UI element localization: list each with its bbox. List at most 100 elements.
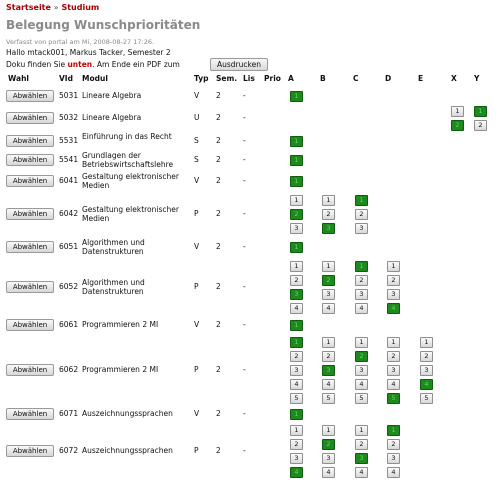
priority-b-option-3[interactable]: 3 (322, 364, 335, 376)
course-typ: V (194, 176, 200, 185)
priority-c-option-1[interactable]: 1 (355, 424, 368, 436)
priority-d-option-1[interactable]: 1 (387, 260, 400, 272)
priority-b-option-4[interactable]: 4 (322, 302, 335, 314)
priority-d-option-5[interactable]: 5 (387, 392, 400, 404)
priority-a-option-1[interactable]: 1 (290, 319, 303, 331)
priority-c-option-3[interactable]: 3 (355, 452, 368, 464)
priority-a-option-3[interactable]: 3 (290, 288, 303, 300)
priority-d-option-3[interactable]: 3 (387, 364, 400, 376)
priority-a-option-1[interactable]: 1 (290, 194, 303, 206)
priority-c-option-3[interactable]: 3 (355, 288, 368, 300)
table-row: Abwählen 6052 P 2 - Algorithmen und Datenstru… (0, 258, 500, 316)
priority-a-option-1[interactable]: 1 (290, 424, 303, 436)
priority-a-option-1[interactable]: 1 (290, 260, 303, 272)
priority-b-option-1[interactable]: 1 (322, 260, 335, 272)
priority-a-option-1[interactable]: 1 (290, 154, 303, 166)
priority-a-option-1[interactable]: 1 (290, 135, 303, 147)
priority-c-option-2[interactable]: 2 (355, 350, 368, 362)
abwaehlen-button[interactable]: Abwählen (6, 134, 54, 147)
abwaehlen-button[interactable]: Abwählen (6, 407, 54, 420)
priority-a-option-2[interactable]: 2 (290, 438, 303, 450)
priority-a-option-2[interactable]: 2 (290, 208, 303, 220)
priority-a-option-3[interactable]: 3 (290, 222, 303, 234)
priority-b-option-4[interactable]: 4 (322, 466, 335, 478)
priority-d-option-4[interactable]: 4 (387, 378, 400, 390)
abwaehlen-button[interactable]: Abwählen (6, 363, 54, 376)
priority-b-option-1[interactable]: 1 (322, 424, 335, 436)
priority-c-option-1[interactable]: 1 (355, 336, 368, 348)
priority-b-option-1[interactable]: 1 (322, 194, 335, 206)
priority-e-option-1[interactable]: 1 (420, 336, 433, 348)
priority-c-option-3[interactable]: 3 (355, 222, 368, 234)
priority-b-option-5[interactable]: 5 (322, 392, 335, 404)
priority-y-option-1[interactable]: 1 (474, 105, 487, 117)
priority-a-option-5[interactable]: 5 (290, 392, 303, 404)
abwaehlen-button[interactable]: Abwählen (6, 153, 54, 166)
abwaehlen-button[interactable]: Abwählen (6, 318, 54, 331)
priority-c-option-1[interactable]: 1 (355, 260, 368, 272)
doku-unten-link[interactable]: unten (67, 60, 92, 69)
priority-c-option-2[interactable]: 2 (355, 208, 368, 220)
priority-b-option-3[interactable]: 3 (322, 288, 335, 300)
priority-x-option-2[interactable]: 2 (451, 119, 464, 131)
priority-a-option-4[interactable]: 4 (290, 302, 303, 314)
priority-a-option-1[interactable]: 1 (290, 90, 303, 102)
priority-a-option-1[interactable]: 1 (290, 408, 303, 420)
priority-c-option-2[interactable]: 2 (355, 274, 368, 286)
priority-b-option-4[interactable]: 4 (322, 378, 335, 390)
priority-b-option-3[interactable]: 3 (322, 452, 335, 464)
abwaehlen-button[interactable]: Abwählen (6, 444, 54, 457)
priority-c-option-4[interactable]: 4 (355, 302, 368, 314)
priority-a-option-1[interactable]: 1 (290, 336, 303, 348)
priority-d-option-1[interactable]: 1 (387, 336, 400, 348)
priority-a-option-1[interactable]: 1 (290, 175, 303, 187)
priority-a-option-3[interactable]: 3 (290, 364, 303, 376)
course-vid: 6052 (59, 282, 79, 291)
priority-b-option-2[interactable]: 2 (322, 208, 335, 220)
abwaehlen-button[interactable]: Abwählen (6, 207, 54, 220)
priority-a-option-2[interactable]: 2 (290, 274, 303, 286)
priority-d-option-3[interactable]: 3 (387, 452, 400, 464)
priority-d-option-2[interactable]: 2 (387, 438, 400, 450)
priority-e-option-4[interactable]: 4 (420, 378, 433, 390)
priority-a-option-2[interactable]: 2 (290, 350, 303, 362)
priority-b-option-3[interactable]: 3 (322, 222, 335, 234)
priority-e-option-5[interactable]: 5 (420, 392, 433, 404)
course-modul: Lineare Algebra (82, 113, 142, 122)
priority-c-option-3[interactable]: 3 (355, 364, 368, 376)
breadcrumb-current-link[interactable]: Studium (61, 3, 99, 12)
priority-e-option-3[interactable]: 3 (420, 364, 433, 376)
priority-d-option-1[interactable]: 1 (387, 424, 400, 436)
abwaehlen-button[interactable]: Abwählen (6, 89, 54, 102)
priority-a-option-3[interactable]: 3 (290, 452, 303, 464)
priority-c-option-1[interactable]: 1 (355, 194, 368, 206)
abwaehlen-button[interactable]: Abwählen (6, 174, 54, 187)
priority-b-option-2[interactable]: 2 (322, 438, 335, 450)
priority-b-option-2[interactable]: 2 (322, 350, 335, 362)
print-button[interactable]: Ausdrucken (210, 58, 268, 71)
priority-a-option-4[interactable]: 4 (290, 378, 303, 390)
priority-c-option-5[interactable]: 5 (355, 392, 368, 404)
priority-x-option-1[interactable]: 1 (451, 105, 464, 117)
priority-a-option-4[interactable]: 4 (290, 466, 303, 478)
priority-b-option-1[interactable]: 1 (322, 336, 335, 348)
priority-d-option-2[interactable]: 2 (387, 274, 400, 286)
priority-c-option-4[interactable]: 4 (355, 466, 368, 478)
priority-c-option-4[interactable]: 4 (355, 378, 368, 390)
table-row: Abwählen 5031 V 2 - Lineare Algebra 1 (0, 88, 500, 104)
abwaehlen-button[interactable]: Abwählen (6, 111, 54, 124)
header-b: B (320, 74, 326, 83)
header-wahl: Wahl (8, 74, 29, 83)
breadcrumb-home-link[interactable]: Startseite (6, 3, 51, 12)
priority-d-option-4[interactable]: 4 (387, 466, 400, 478)
priority-d-option-4[interactable]: 4 (387, 302, 400, 314)
priority-d-option-3[interactable]: 3 (387, 288, 400, 300)
priority-b-option-2[interactable]: 2 (322, 274, 335, 286)
priority-c-option-2[interactable]: 2 (355, 438, 368, 450)
abwaehlen-button[interactable]: Abwählen (6, 240, 54, 253)
priority-d-option-2[interactable]: 2 (387, 350, 400, 362)
priority-a-option-1[interactable]: 1 (290, 241, 303, 253)
priority-y-option-2[interactable]: 2 (474, 119, 487, 131)
priority-e-option-2[interactable]: 2 (420, 350, 433, 362)
abwaehlen-button[interactable]: Abwählen (6, 280, 54, 293)
